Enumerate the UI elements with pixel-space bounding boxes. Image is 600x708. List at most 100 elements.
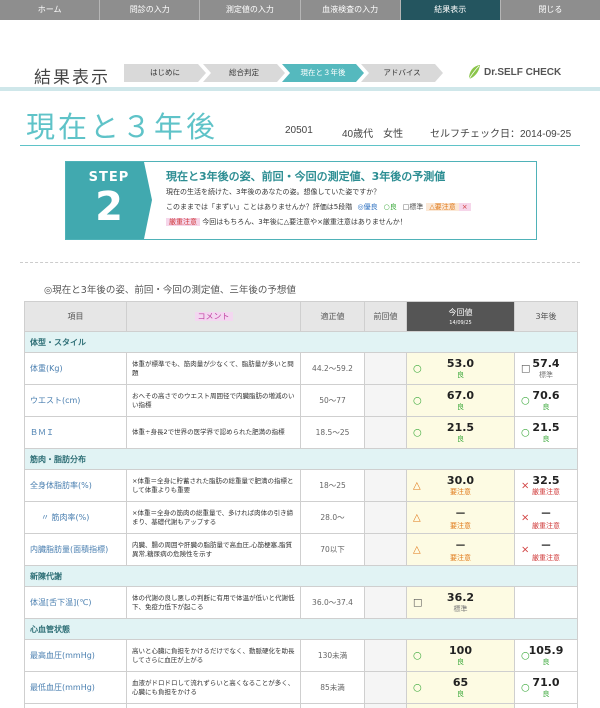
- previous-value: [364, 469, 407, 502]
- item-comment: 体の代謝の良し悪しの判断に有用で体温が低いと代謝低下、免疫力低下が起こる: [126, 586, 301, 619]
- table-row: 最低血圧(mmHg) 血液がドロドロして流れずらいと高くなることが多く、心臓にも負…: [24, 671, 578, 704]
- future-value: × －厳重注意: [514, 501, 578, 534]
- table-row: ＢＭＩ 体重÷身長2で世界の医学界で認められた肥満の指標 18.5～25 ○ 21.5 良…: [24, 416, 578, 449]
- grade-legend-item: △要注意: [426, 203, 459, 211]
- step-line-3-text: 今回はもちろん、3年後に△要注意や×厳重注意はありませんか！: [202, 218, 407, 226]
- nav-item-4[interactable]: 結果表示: [400, 0, 501, 20]
- table-row: 全身体脂肪率(%) ×体重＝全身に貯蓄された脂肪の総重量で肥満の指標として体重より…: [24, 469, 578, 502]
- current-value-block: 67.0 良: [407, 389, 514, 412]
- previous-value: [364, 501, 407, 534]
- page-title: 現在と３年後: [26, 110, 219, 144]
- current-value-block: 65 良: [407, 676, 514, 699]
- nav-item-3[interactable]: 血液検査の入力: [301, 0, 401, 20]
- current-number: 36.2: [446, 591, 475, 604]
- step-progress: はじめに 総合判定 現在と３年後 アドバイス: [124, 64, 440, 82]
- table-row: 体重(Kg) 体重が標準でも、筋肉量が少なくて、脂肪量が多いと問題 44.2～59.…: [24, 352, 578, 385]
- future-value: [514, 586, 578, 619]
- future-grade-mark: ○: [521, 650, 530, 661]
- category-filler: [406, 618, 515, 640]
- category-label: 体型・スタイル: [24, 331, 127, 353]
- standard-value: 18～25: [300, 469, 365, 502]
- current-status: 要注意: [450, 521, 471, 530]
- standard-value: [300, 703, 365, 708]
- item-comment: 高いと心臓に負担をかけるだけでなく、動脈硬化を助長してさらに血圧が上がる: [126, 639, 301, 672]
- category-filler: [514, 448, 578, 470]
- item-comment: おへその高さでのウエスト周囲径で内臓脂肪の増減のいい指標: [126, 384, 301, 417]
- standard-value: 85未満: [300, 671, 365, 704]
- current-value: 血行不良過労型: [406, 703, 515, 708]
- category-label: 筋肉・脂肪分布: [24, 448, 127, 470]
- nav-item-1[interactable]: 問診の入力: [100, 0, 201, 20]
- standard-value: 28.0～: [300, 501, 365, 534]
- header-divider: [0, 87, 600, 91]
- category-filler: [300, 448, 365, 470]
- step-heading: 現在と3年後の姿、前回・今回の測定値、3年後の予測値: [166, 170, 446, 183]
- age-gender: 40歳代 女性: [342, 129, 404, 140]
- future-grade-mark: ○: [521, 682, 530, 693]
- step-tab-3[interactable]: アドバイス: [361, 64, 443, 82]
- current-value: □ 36.2 標準: [406, 586, 515, 619]
- nav-item-0[interactable]: ホーム: [0, 0, 101, 20]
- category-filler: [364, 448, 407, 470]
- previous-value: [364, 586, 407, 619]
- future-value: □ 57.4 標準: [514, 352, 578, 385]
- item-comment: 内臓、腸の周囲や肝臓の脂肪量で高血圧,心筋梗塞,脂質異常,糖尿病の危険性を示す: [126, 533, 301, 566]
- future-value: × －厳重注意: [514, 533, 578, 566]
- future-grade-mark: ○: [521, 395, 530, 406]
- item-comment: 体重÷身長2で世界の医学界で認められた肥満の指標: [126, 416, 301, 449]
- grade-severe-pill: 厳重注意: [166, 218, 200, 226]
- step-label: STEP: [88, 170, 130, 185]
- item-comment: 血管を流れる血液量で脈拍が影響と血管壁が: [126, 703, 301, 708]
- step-line-3: 厳重注意 今回はもちろん、3年後に△要注意や×厳重注意はありませんか！: [166, 217, 407, 227]
- grade-legend-item: ×: [458, 203, 471, 211]
- current-number: －: [455, 506, 466, 520]
- category-filler: [364, 618, 407, 640]
- previous-value: [364, 384, 407, 417]
- results-table: 項目 コメント 適正値 前回値 今回値 14/09/25 3年後 体型・スタイル…: [24, 301, 578, 708]
- logo-text: Dr.SELF CHECK: [484, 66, 562, 78]
- current-grade-mark: ○: [413, 427, 422, 438]
- step-tab-0[interactable]: はじめに: [124, 64, 206, 82]
- header-comment-label: コメント: [194, 312, 233, 321]
- category-row: 新陳代謝: [24, 565, 578, 587]
- header-future: 3年後: [514, 301, 578, 332]
- previous-value: [364, 639, 407, 672]
- category-filler: [364, 331, 407, 353]
- category-filler: [126, 448, 301, 470]
- category-label: 新陳代謝: [24, 565, 127, 587]
- previous-value: [364, 352, 407, 385]
- category-filler: [126, 618, 301, 640]
- top-nav: ホーム 問診の入力 測定値の入力 血液検査の入力 結果表示 閉じる: [0, 0, 600, 20]
- step-badge: STEP 2: [66, 162, 152, 239]
- table-row: 内臓脂肪量(面積指標) 内臓、腸の周囲や肝臓の脂肪量で高血圧,心筋梗塞,脂質異常,…: [24, 533, 578, 566]
- item-comment: 体重が標準でも、筋肉量が少なくて、脂肪量が多いと問題: [126, 352, 301, 385]
- current-value: ○ 67.0 良: [406, 384, 515, 417]
- current-grade-mark: ○: [413, 650, 422, 661]
- current-value-block: 36.2 標準: [407, 591, 514, 614]
- current-number: 100: [449, 644, 472, 657]
- header-current: 今回値 14/09/25: [406, 301, 515, 332]
- header-previous: 前回値: [364, 301, 407, 332]
- current-status: 要注意: [450, 553, 471, 562]
- step-tab-2[interactable]: 現在と３年後: [282, 64, 364, 82]
- future-value: × 32.5 厳重注意: [514, 469, 578, 502]
- future-value: ○ 21.5 良: [514, 416, 578, 449]
- current-value: △ －要注意: [406, 533, 515, 566]
- future-value: [514, 703, 578, 708]
- nav-item-2[interactable]: 測定値の入力: [200, 0, 301, 20]
- current-number: 67.0: [446, 389, 475, 402]
- current-value: △ 30.0 要注意: [406, 469, 515, 502]
- current-value: ○ 21.5 良: [406, 416, 515, 449]
- current-value: ○ 53.0 良: [406, 352, 515, 385]
- nav-item-5[interactable]: 閉じる: [501, 0, 600, 20]
- standard-value: 50～77: [300, 384, 365, 417]
- step-line-2-text: このままでは「まずい」ことはありませんか？評価は5段階: [166, 203, 353, 211]
- results-section-title: ◎現在と3年後の姿、前回・今回の測定値、三年後の予想値: [44, 285, 296, 296]
- current-number: 30.0: [446, 474, 475, 487]
- previous-value: [364, 671, 407, 704]
- item-name: 最低血圧(mmHg): [24, 671, 127, 704]
- item-name: [24, 703, 127, 708]
- step-tab-1[interactable]: 総合判定: [203, 64, 285, 82]
- category-filler: [364, 565, 407, 587]
- title-divider: [20, 145, 580, 146]
